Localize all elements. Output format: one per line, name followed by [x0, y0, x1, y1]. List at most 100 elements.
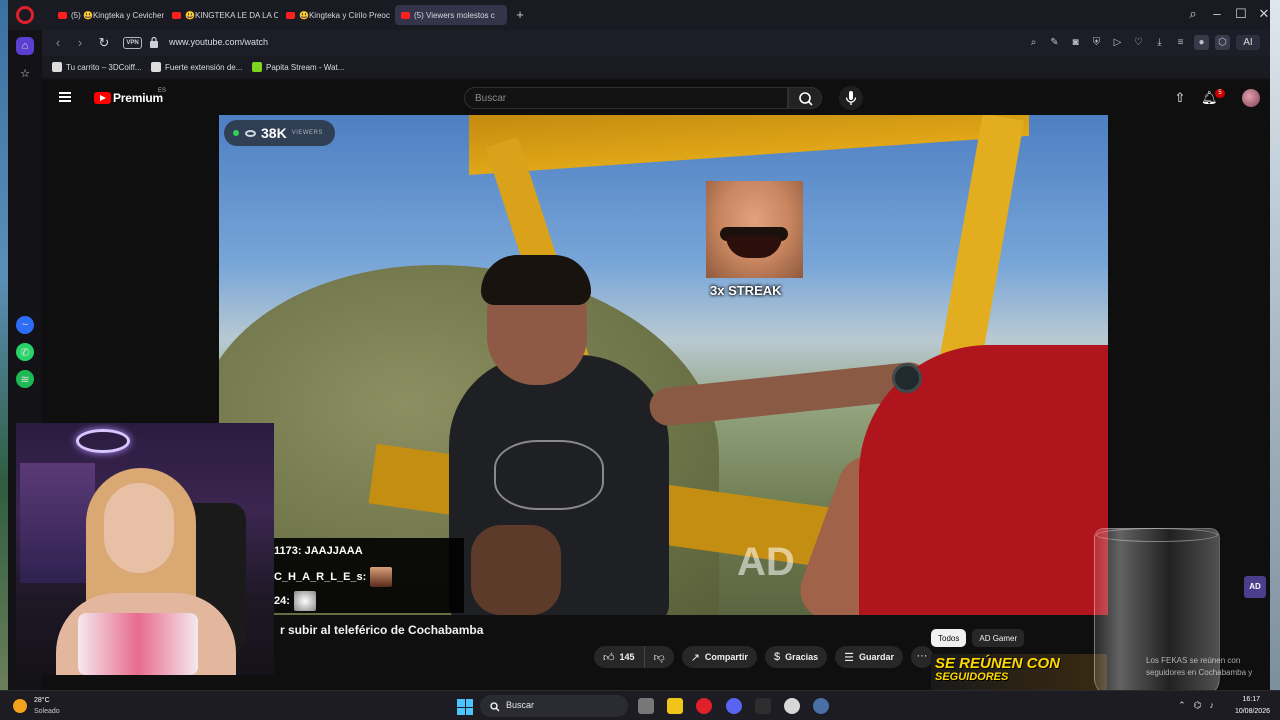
- bookmark-3[interactable]: Papita Stream - Wat...: [252, 62, 344, 72]
- file-explorer-icon[interactable]: [667, 698, 683, 714]
- search-icon: [799, 92, 813, 106]
- clock-time[interactable]: 16:17: [1242, 696, 1260, 703]
- messenger-icon[interactable]: ~: [16, 316, 34, 334]
- tab-1[interactable]: (5) 😃Kingteka y Cevicher: [52, 5, 164, 25]
- viewer-count-badge: 38K VIEWERS: [224, 120, 335, 146]
- opera-icon[interactable]: [696, 698, 712, 714]
- tab-2[interactable]: 😃KINGTEKA LE DA LA CO: [166, 5, 278, 25]
- chip-all[interactable]: Todos: [931, 629, 967, 647]
- chrome-icon[interactable]: [784, 698, 800, 714]
- youtube-favicon-icon: [172, 11, 181, 19]
- play-icon[interactable]: ▷: [1110, 35, 1125, 50]
- bookmark-2[interactable]: Fuerte extensión de...: [151, 62, 242, 72]
- address-bar: ‹ › ↻ VPN www.youtube.com/watch ⌕ ✎ ◙ ⛨ …: [42, 30, 1270, 56]
- share-button[interactable]: ↗ Compartir: [681, 646, 757, 668]
- home-icon[interactable]: ⌂: [16, 37, 34, 55]
- bookmark-1[interactable]: Tu carrito – 3DCoiff...: [52, 62, 142, 72]
- spotify-icon[interactable]: ≋: [16, 370, 34, 388]
- ai-button[interactable]: AI: [1236, 35, 1260, 50]
- video-scene-watch: [892, 363, 922, 393]
- search-button[interactable]: [788, 87, 822, 109]
- windows-start-icon[interactable]: [457, 699, 473, 715]
- discord-icon[interactable]: [726, 698, 742, 714]
- maximize-button[interactable]: ☐: [1234, 7, 1248, 21]
- profile-icon[interactable]: ●: [1194, 35, 1209, 50]
- windows-taskbar: 28°C Soleado Buscar ⌃ ⌬ ♪ 16:17 10/08/20…: [0, 690, 1280, 720]
- back-button[interactable]: ‹: [50, 35, 66, 51]
- vpn-badge[interactable]: VPN: [123, 37, 142, 49]
- chip-ad-gamer[interactable]: AD Gamer: [972, 629, 1025, 647]
- hamburger-menu-icon[interactable]: [59, 92, 71, 102]
- zoom-icon[interactable]: ⌕: [1026, 35, 1041, 50]
- extensions-icon[interactable]: ⬡: [1215, 35, 1230, 50]
- reload-button[interactable]: ↻: [96, 35, 112, 51]
- system-tray: ⌃ ⌬ ♪: [1178, 700, 1214, 711]
- streak-emote-image: [706, 181, 803, 278]
- thanks-icon: $: [773, 651, 781, 663]
- youtube-logo-icon[interactable]: [94, 92, 111, 104]
- more-actions-button[interactable]: ···: [910, 646, 933, 668]
- viewer-count: 38K: [261, 125, 287, 141]
- dislike-button[interactable]: 👎︎: [644, 646, 674, 668]
- avatar[interactable]: [1242, 89, 1260, 107]
- thumbs-up-icon: 👍︎: [603, 651, 615, 664]
- opera-logo-icon[interactable]: [16, 6, 34, 24]
- webcam-shelf: [20, 463, 95, 583]
- save-icon: ☰: [844, 651, 854, 664]
- video-title: r subir al teleférico de Cochabamba: [280, 623, 484, 637]
- shield-icon[interactable]: ⛨: [1089, 35, 1104, 50]
- upload-icon[interactable]: ⇧: [1172, 90, 1188, 106]
- like-button[interactable]: 👍︎ 145: [594, 646, 645, 668]
- camera-icon[interactable]: ◙: [1068, 35, 1083, 50]
- whatsapp-icon[interactable]: ✆: [16, 343, 34, 361]
- menu-icon[interactable]: ≡: [1173, 35, 1188, 50]
- glass-rim: [1096, 528, 1218, 542]
- tab-4-active[interactable]: (5) Viewers molestos c: [395, 5, 507, 25]
- obs-icon[interactable]: [755, 698, 771, 714]
- weather-temperature[interactable]: 28°C: [34, 697, 50, 704]
- weather-sun-icon[interactable]: [13, 699, 27, 713]
- recommendation-chips: Todos AD Gamer: [931, 629, 1025, 647]
- download-icon[interactable]: ⤓: [1152, 35, 1167, 50]
- streak-label: 3x STREAK: [710, 283, 782, 298]
- webcam-neon-light: [76, 429, 130, 453]
- tab-bar: (5) 😃Kingteka y Cevicher 😃KINGTEKA LE DA…: [8, 0, 1270, 30]
- minimize-button[interactable]: –: [1210, 7, 1224, 21]
- glass-overlay-image: [1094, 528, 1220, 698]
- youtube-brand[interactable]: Premium: [113, 91, 163, 105]
- clock-date[interactable]: 10/08/2026: [1235, 708, 1270, 715]
- search-input[interactable]: Buscar: [464, 87, 788, 109]
- heart-icon[interactable]: ♡: [1131, 35, 1146, 50]
- tab-3[interactable]: 😃Kingteka y Cirilo Preoc: [280, 5, 392, 25]
- chat-emote-icon: [370, 567, 393, 587]
- search-tabs-icon[interactable]: ⌕: [1186, 7, 1200, 21]
- chevron-up-icon[interactable]: ⌃: [1178, 700, 1186, 711]
- url-text[interactable]: www.youtube.com/watch: [169, 37, 268, 47]
- star-icon[interactable]: ☆: [16, 64, 34, 82]
- network-icon[interactable]: ⌬: [1194, 700, 1202, 711]
- search-icon: [490, 702, 500, 712]
- youtube-favicon-icon: [286, 11, 295, 19]
- webcam-face: [104, 483, 174, 573]
- weather-description[interactable]: Soleado: [34, 708, 60, 715]
- edit-icon[interactable]: ✎: [1047, 35, 1062, 50]
- notifications-count: 5: [1215, 89, 1225, 98]
- bookmarks-bar: Tu carrito – 3DCoiff... Fuerte extensión…: [42, 56, 1270, 78]
- live-dot-icon: [233, 130, 239, 136]
- settings-icon[interactable]: [813, 698, 829, 714]
- task-view-icon[interactable]: [638, 698, 654, 714]
- new-tab-button[interactable]: +: [513, 8, 527, 22]
- save-button[interactable]: ☰ Guardar: [835, 646, 903, 668]
- video-scene-shirt-print: [494, 440, 604, 510]
- voice-search-button[interactable]: [839, 86, 863, 110]
- stream-chat-overlay: 1173: JAAJJAAA C_H_A_R_L_E_s: 24:: [274, 538, 464, 613]
- streamer-webcam-overlay: [16, 423, 274, 675]
- thumbnail-text: SE REÚNEN CON: [935, 655, 1061, 672]
- close-window-button[interactable]: ✕: [1257, 7, 1271, 21]
- recommended-video-thumbnail[interactable]: SE REÚNEN CON SEGUIDORES: [931, 654, 1107, 690]
- volume-icon[interactable]: ♪: [1210, 700, 1215, 711]
- thanks-button[interactable]: $ Gracias: [764, 646, 828, 668]
- taskbar-search[interactable]: Buscar: [480, 695, 628, 717]
- forward-button[interactable]: ›: [72, 35, 88, 51]
- video-actions: 👍︎ 145 👎︎ ↗ Compartir $ Gracias ☰ Guardar ··…: [594, 646, 933, 668]
